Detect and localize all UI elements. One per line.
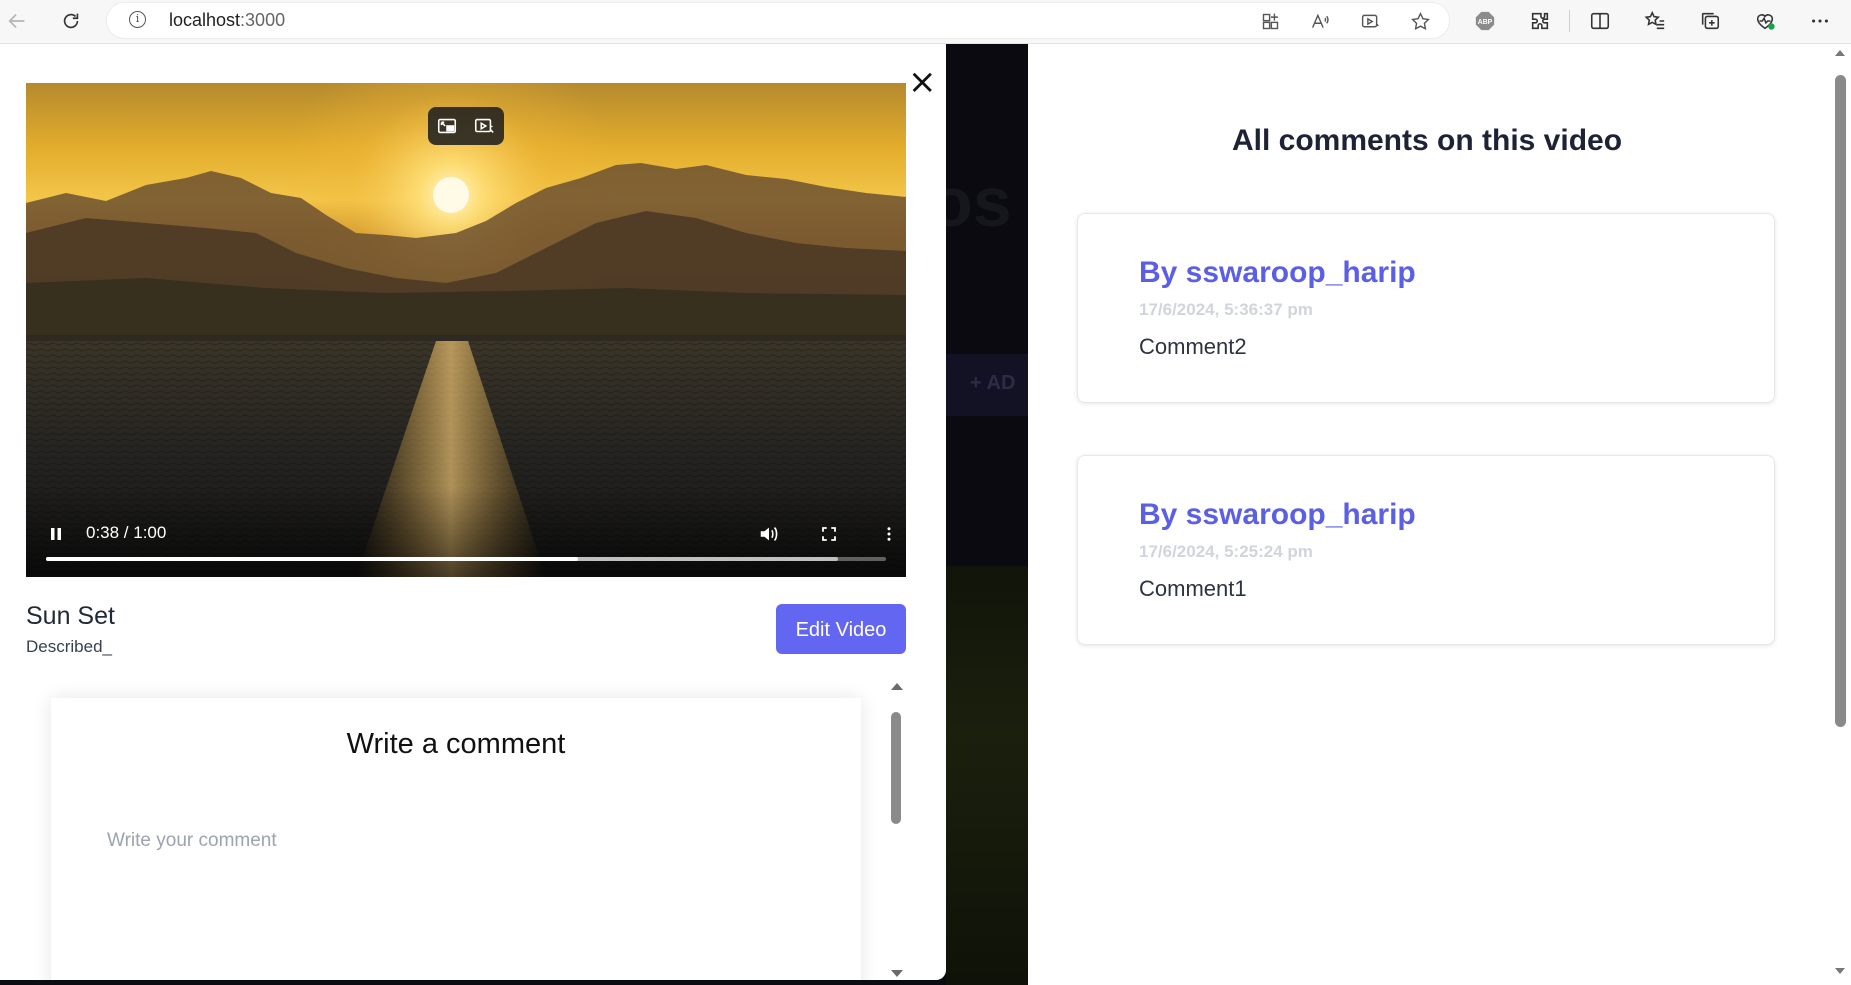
page-scroll-down-icon[interactable] <box>1835 968 1845 974</box>
video-played <box>46 557 578 561</box>
comment-author: By sswaroop_harip <box>1139 256 1416 289</box>
video-enhance-overlay-icon[interactable] <box>472 114 496 138</box>
scrollbar-thumb[interactable] <box>891 712 901 824</box>
video-overlay-toolbar <box>428 107 504 145</box>
comments-heading: All comments on this video <box>1231 124 1623 157</box>
video-description: Described_ <box>26 637 112 656</box>
comment-form: Write a comment <box>51 698 861 980</box>
more-icon[interactable] <box>1805 6 1835 36</box>
edit-video-button[interactable]: Edit Video <box>776 604 906 654</box>
extensions-icon[interactable] <box>1525 6 1555 36</box>
browser-toolbar: i localhost:3000 ABP <box>0 0 1851 44</box>
adblock-label: ABP <box>1478 19 1493 26</box>
comment-timestamp: 17/6/2024, 5:36:37 pm <box>1139 300 1313 319</box>
toolbar-divider <box>1569 10 1570 32</box>
video-player[interactable]: 0:38 / 1:00 <box>26 83 906 577</box>
comment-card: By sswaroop_harip 17/6/2024, 5:36:37 pm … <box>1077 213 1775 403</box>
comment-form-heading: Write a comment <box>346 728 566 760</box>
video-title: Sun Set <box>26 602 115 630</box>
background-add-button: + AD <box>946 354 1028 416</box>
volume-icon[interactable] <box>756 521 782 547</box>
comment-text: Comment1 <box>1139 576 1247 601</box>
fullscreen-icon[interactable] <box>816 521 842 547</box>
site-info-icon[interactable]: i <box>129 11 146 28</box>
video-progress-bar[interactable] <box>46 557 886 561</box>
comments-panel: All comments on this video By sswaroop_h… <box>1028 44 1830 985</box>
video-controls: 0:38 / 1:00 <box>26 487 906 577</box>
picture-in-picture-icon[interactable] <box>435 114 459 138</box>
favorite-star-icon[interactable] <box>1407 8 1433 34</box>
comment-author: By sswaroop_harip <box>1139 498 1416 531</box>
browser-essentials-icon[interactable] <box>1750 6 1780 36</box>
video-modal: × 0:38 / 1:00 Sun Set Described_ Edit Vi… <box>0 44 946 980</box>
video-enhance-icon[interactable] <box>1357 8 1383 34</box>
adblock-icon[interactable]: ABP <box>1470 6 1500 36</box>
comment-input[interactable] <box>107 826 707 856</box>
url-text[interactable]: localhost:3000 <box>169 10 285 31</box>
address-bar[interactable]: i localhost:3000 <box>106 2 1450 39</box>
apps-icon[interactable] <box>1257 8 1283 34</box>
page-viewport: os I + AD × 0:38 / 1:00 Sun Set Describe… <box>0 44 1851 985</box>
scroll-up-arrow-icon[interactable] <box>891 683 903 690</box>
scroll-down-arrow-icon[interactable] <box>891 970 903 977</box>
read-aloud-icon[interactable] <box>1307 8 1333 34</box>
pause-icon[interactable] <box>43 521 69 547</box>
comment-text: Comment2 <box>1139 334 1247 359</box>
favorites-icon[interactable] <box>1640 6 1670 36</box>
page-scroll-up-icon[interactable] <box>1835 50 1845 56</box>
comment-form-scroll-area[interactable]: Write a comment <box>26 678 906 980</box>
url-port: :3000 <box>240 10 286 30</box>
reload-icon[interactable] <box>56 6 86 36</box>
back-arrow-icon[interactable] <box>2 6 32 36</box>
comment-timestamp: 17/6/2024, 5:25:24 pm <box>1139 542 1313 561</box>
collections-icon[interactable] <box>1695 6 1725 36</box>
comment-card: By sswaroop_harip 17/6/2024, 5:25:24 pm … <box>1077 455 1775 645</box>
url-host: localhost <box>169 10 241 30</box>
video-time: 0:38 / 1:00 <box>86 523 167 542</box>
comment-form-scrollbar[interactable] <box>886 678 906 980</box>
background-add-label: + AD <box>970 372 1016 394</box>
background-image <box>946 566 1028 985</box>
video-more-icon[interactable] <box>876 521 902 547</box>
page-scrollbar-thumb[interactable] <box>1835 75 1846 727</box>
page-scrollbar[interactable] <box>1830 44 1851 985</box>
split-screen-icon[interactable] <box>1585 6 1615 36</box>
close-button[interactable]: × <box>908 62 937 102</box>
